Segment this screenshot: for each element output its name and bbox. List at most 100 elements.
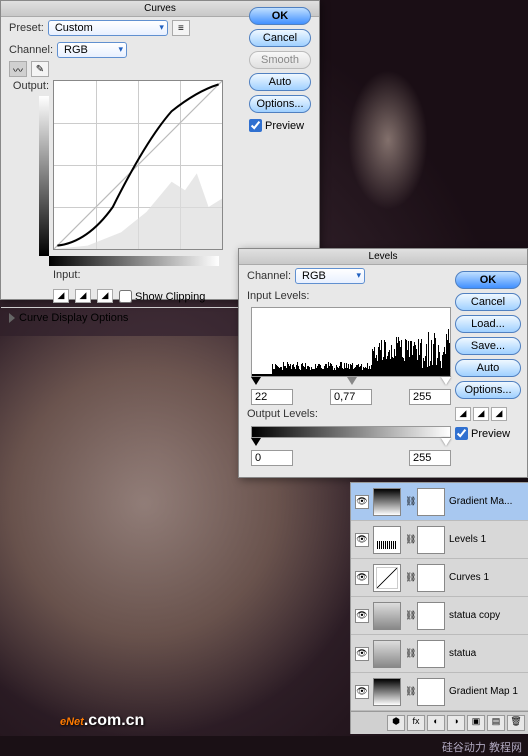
white-point-eyedropper-icon[interactable]: ◢ (97, 289, 113, 303)
visibility-eye-icon[interactable]: 👁 (355, 495, 369, 509)
white-input[interactable] (409, 389, 451, 405)
save-button[interactable]: Save... (455, 337, 521, 355)
layer-thumb[interactable] (373, 564, 401, 592)
preset-label: Preset: (9, 22, 44, 34)
layer-mask-thumb[interactable] (417, 640, 445, 668)
link-icon: ⛓ (405, 610, 413, 621)
gray-point-eyedropper-icon[interactable]: ◢ (75, 289, 91, 303)
black-slider-icon[interactable] (251, 377, 261, 385)
new-layer-icon[interactable]: ▤ (487, 715, 505, 731)
white-slider-icon[interactable] (441, 377, 451, 385)
options-button[interactable]: Options... (249, 95, 311, 113)
layer-mask-thumb[interactable] (417, 564, 445, 592)
black-point-eyedropper-icon[interactable]: ◢ (53, 289, 69, 303)
link-layers-icon[interactable]: ⬢ (387, 715, 405, 731)
link-icon: ⛓ (405, 534, 413, 545)
channel-label: Channel: (9, 44, 53, 56)
layer-row[interactable]: 👁 ⛓ Gradient Map 1 (351, 673, 528, 711)
pencil-tool-icon[interactable]: ✎ (31, 61, 49, 77)
black-input[interactable] (251, 389, 293, 405)
curve-graph[interactable] (53, 80, 223, 250)
output-label: Output: (13, 80, 49, 92)
fx-icon[interactable]: fx (407, 715, 425, 731)
levels-channel-label: Channel: (247, 270, 291, 282)
lv-gray-eyedropper-icon[interactable]: ◢ (473, 407, 489, 421)
layer-name[interactable]: Levels 1 (449, 534, 524, 545)
link-icon: ⛓ (405, 686, 413, 697)
preview-checkbox[interactable]: Preview (249, 119, 311, 132)
output-levels-label: Output Levels: (247, 408, 318, 420)
layer-name[interactable]: Gradient Ma... (449, 496, 524, 507)
visibility-eye-icon[interactable]: 👁 (355, 533, 369, 547)
layer-thumb[interactable] (373, 526, 401, 554)
mask-icon[interactable]: ◐ (427, 715, 445, 731)
layer-thumb[interactable] (373, 488, 401, 516)
channel-select[interactable]: RGB (57, 42, 127, 58)
visibility-eye-icon[interactable]: 👁 (355, 571, 369, 585)
levels-preview-checkbox[interactable]: Preview (455, 427, 521, 440)
show-clipping-checkbox[interactable]: Show Clipping (119, 290, 205, 303)
levels-ok-button[interactable]: OK (455, 271, 521, 289)
disclosure-triangle-icon (9, 313, 15, 323)
load-button[interactable]: Load... (455, 315, 521, 333)
visibility-eye-icon[interactable]: 👁 (355, 685, 369, 699)
layer-mask-thumb[interactable] (417, 678, 445, 706)
layer-name[interactable]: Curves 1 (449, 572, 524, 583)
layer-mask-thumb[interactable] (417, 526, 445, 554)
layer-row[interactable]: 👁 ⛓ Curves 1 (351, 559, 528, 597)
levels-options-button[interactable]: Options... (455, 381, 521, 399)
cancel-button[interactable]: Cancel (249, 29, 311, 47)
ok-button[interactable]: OK (249, 7, 311, 25)
levels-dialog: Levels Channel: RGB Input Levels: Output… (238, 248, 528, 478)
layers-panel: 👁 ⛓ Gradient Ma...👁 ⛓ Levels 1👁 ⛓ Curves… (350, 482, 528, 734)
preset-menu-icon[interactable]: ≡ (172, 20, 190, 36)
layer-row[interactable]: 👁 ⛓ Levels 1 (351, 521, 528, 559)
layer-thumb[interactable] (373, 678, 401, 706)
layer-name[interactable]: statua copy (449, 610, 524, 621)
adjustment-icon[interactable]: ◑ (447, 715, 465, 731)
layer-row[interactable]: 👁 ⛓ statua copy (351, 597, 528, 635)
layers-toolbar: ⬢ fx ◐ ◑ ▣ ▤ 🗑 (351, 711, 528, 734)
layer-thumb[interactable] (373, 640, 401, 668)
link-icon: ⛓ (405, 496, 413, 507)
gamma-input[interactable] (330, 389, 372, 405)
output-gradient[interactable] (251, 426, 451, 438)
out-black-input[interactable] (251, 450, 293, 466)
levels-titlebar[interactable]: Levels (239, 249, 527, 265)
levels-cancel-button[interactable]: Cancel (455, 293, 521, 311)
input-levels-label: Input Levels: (247, 290, 309, 302)
gamma-slider-icon[interactable] (347, 377, 357, 385)
watermark: eNet.com.cn (60, 704, 144, 732)
link-icon: ⛓ (405, 648, 413, 659)
layer-row[interactable]: 👁 ⛓ statua (351, 635, 528, 673)
layer-mask-thumb[interactable] (417, 602, 445, 630)
levels-auto-button[interactable]: Auto (455, 359, 521, 377)
statue-arm-graphic (348, 70, 428, 210)
layer-thumb[interactable] (373, 602, 401, 630)
out-white-slider-icon[interactable] (441, 438, 451, 446)
link-icon: ⛓ (405, 572, 413, 583)
smooth-button[interactable]: Smooth (249, 51, 311, 69)
visibility-eye-icon[interactable]: 👁 (355, 609, 369, 623)
trash-icon[interactable]: 🗑 (507, 715, 525, 731)
levels-channel-select[interactable]: RGB (295, 268, 365, 284)
lv-white-eyedropper-icon[interactable]: ◢ (491, 407, 507, 421)
output-sliders[interactable] (251, 438, 451, 448)
visibility-eye-icon[interactable]: 👁 (355, 647, 369, 661)
layer-name[interactable]: Gradient Map 1 (449, 686, 524, 697)
out-black-slider-icon[interactable] (251, 438, 261, 446)
histogram[interactable] (251, 307, 451, 377)
preset-select[interactable]: Custom (48, 20, 168, 36)
lv-black-eyedropper-icon[interactable]: ◢ (455, 407, 471, 421)
output-gradient-strip (39, 96, 49, 256)
out-white-input[interactable] (409, 450, 451, 466)
auto-button[interactable]: Auto (249, 73, 311, 91)
input-sliders[interactable] (251, 377, 451, 387)
folder-icon[interactable]: ▣ (467, 715, 485, 731)
layer-mask-thumb[interactable] (417, 488, 445, 516)
layer-name[interactable]: statua (449, 648, 524, 659)
curve-tool-icon[interactable]: 〰 (9, 61, 27, 77)
input-label: Input: (53, 269, 81, 281)
input-gradient-strip (49, 256, 219, 266)
layer-row[interactable]: 👁 ⛓ Gradient Ma... (351, 483, 528, 521)
